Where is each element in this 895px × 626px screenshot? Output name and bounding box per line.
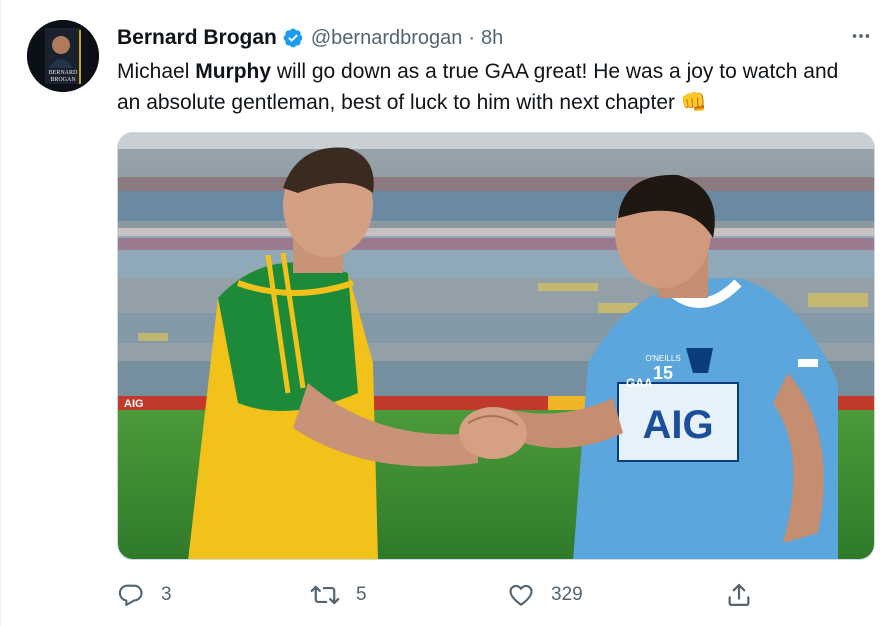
- like-count: 329: [551, 584, 583, 605]
- jersey-sponsor-text: AIG: [642, 403, 713, 447]
- author-handle[interactable]: @bernardbrogan: [311, 27, 463, 50]
- tweet[interactable]: BERNARD BROGAN Bernard Brogan @bernardbr…: [0, 0, 895, 626]
- tweet-timestamp[interactable]: 8h: [481, 27, 503, 50]
- tweet-header: Bernard Brogan @bernardbrogan · 8h: [117, 24, 503, 52]
- photo-handshake: AIG AIG 15 O'NEILLS GAA: [118, 133, 874, 559]
- separator-dot: ·: [468, 26, 476, 49]
- author-name[interactable]: Bernard Brogan: [117, 26, 277, 50]
- tweet-photo[interactable]: AIG AIG 15 O'NEILLS GAA: [117, 132, 875, 560]
- reply-icon: [117, 581, 145, 609]
- retweet-icon: [310, 581, 340, 609]
- jersey-brand-text: O'NEILLS: [645, 354, 680, 363]
- tweet-actions: 3 5 329: [117, 578, 767, 612]
- reply-button[interactable]: 3: [117, 578, 172, 612]
- avatar-text-line2: BROGAN: [50, 77, 76, 83]
- tweet-text: Michael Murphy will go down as a true GA…: [117, 56, 867, 118]
- gaa-mark-text: GAA: [626, 376, 653, 390]
- board-sponsor-text: AIG: [124, 398, 144, 410]
- reply-count: 3: [161, 584, 172, 605]
- retweet-button[interactable]: 5: [310, 578, 367, 612]
- verified-badge-icon: [282, 27, 304, 49]
- like-button[interactable]: 329: [507, 578, 583, 612]
- avatar-image: BERNARD BROGAN: [27, 20, 99, 92]
- more-icon[interactable]: [846, 22, 876, 50]
- timeline-border: [0, 0, 1, 626]
- retweet-count: 5: [356, 584, 367, 605]
- avatar-text-line1: BERNARD: [49, 70, 78, 76]
- share-button[interactable]: [725, 578, 753, 612]
- tweet-text-bold: Murphy: [195, 60, 272, 83]
- jersey-number-text: 15: [653, 363, 673, 383]
- share-icon: [725, 581, 753, 609]
- avatar[interactable]: BERNARD BROGAN: [27, 20, 99, 92]
- fist-emoji: 👊: [680, 91, 707, 114]
- tweet-text-part1: Michael: [117, 60, 196, 83]
- like-icon: [507, 581, 535, 609]
